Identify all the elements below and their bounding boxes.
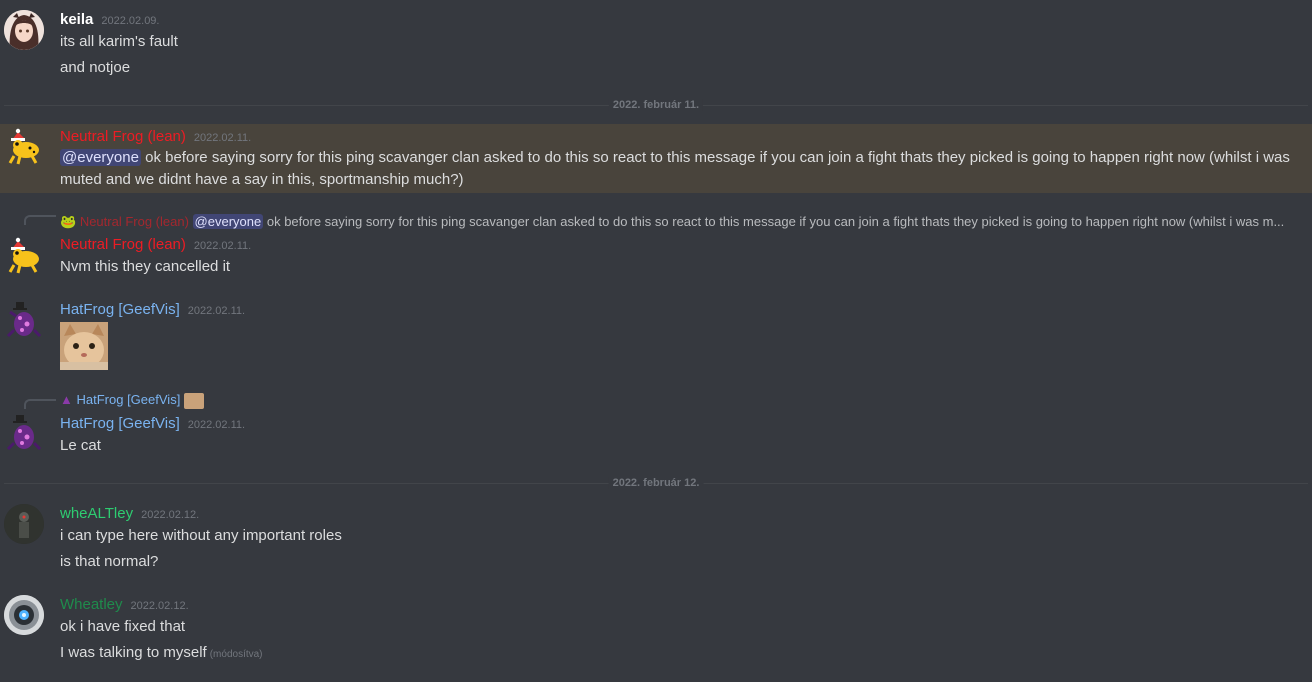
cat-emoji[interactable] <box>60 322 108 370</box>
message-text: its all karim's fault <box>60 33 178 50</box>
message-body: I was talking to myself <box>60 644 207 661</box>
user-avatar-wheatley[interactable] <box>4 595 44 635</box>
message-text: Nvm this they cancelled it <box>60 258 231 275</box>
message-text: @everyone ok before saying sorry for thi… <box>60 147 1295 191</box>
message-text: ok i have fixed that <box>60 618 186 635</box>
cat-mini-icon <box>183 392 204 409</box>
frog-mini-icon: 🐸 <box>60 214 77 229</box>
timestamp: 2022.02.11. <box>193 240 252 252</box>
mention-everyone[interactable]: @everyone <box>60 149 141 166</box>
reply-username[interactable]: HatFrog [GeefVis] <box>77 392 181 407</box>
timestamp: 2022.02.11. <box>187 419 246 431</box>
date-divider: 2022. február 11. <box>4 99 1308 111</box>
reply-text: ok before saying sorry for this ping sca… <box>266 214 1285 229</box>
reply-preview[interactable]: ▲ HatFrog [GeefVis] <box>60 391 204 409</box>
timestamp: 2022.02.11. <box>187 305 246 317</box>
username[interactable]: Neutral Frog (lean) <box>60 236 186 253</box>
username[interactable]: HatFrog [GeefVis] <box>60 415 180 432</box>
date-divider: 2022. február 12. <box>4 477 1308 489</box>
user-avatar-hatfrog[interactable] <box>4 413 44 453</box>
message-text: i can type here without any important ro… <box>60 527 342 544</box>
user-avatar-neutral-frog[interactable] <box>4 235 44 275</box>
user-avatar-wheALTley[interactable] <box>4 504 44 544</box>
timestamp: 2022.02.11. <box>193 132 252 144</box>
username[interactable]: wheALTley <box>60 505 133 522</box>
username[interactable]: keila <box>60 11 93 28</box>
username[interactable]: HatFrog [GeefVis] <box>60 301 180 318</box>
username[interactable]: Neutral Frog (lean) <box>60 128 186 145</box>
user-avatar-hatfrog[interactable] <box>4 300 44 340</box>
message-text: and notjoe <box>60 59 131 76</box>
timestamp: 2022.02.12. <box>130 600 189 612</box>
message-neutral-frog-mention: Neutral Frog (lean) 2022.02.11. @everyone… <box>0 124 1312 193</box>
message-text: Le cat <box>60 437 101 454</box>
mention-everyone[interactable]: @everyone <box>192 214 264 229</box>
message-text: is that normal? <box>60 553 159 570</box>
message-text: I was talking to myself (módosítva) <box>60 642 263 666</box>
reply-spine <box>24 399 56 409</box>
frog-mini-icon: ▲ <box>60 392 73 407</box>
message-body: ok before saying sorry for this ping sca… <box>60 149 1290 188</box>
reply-username[interactable]: Neutral Frog (lean) <box>80 214 189 229</box>
date-divider-label: 2022. február 12. <box>608 477 704 489</box>
reply-preview[interactable]: 🐸 Neutral Frog (lean) @everyone ok befor… <box>60 213 1284 231</box>
timestamp: 2022.02.09. <box>101 15 160 27</box>
reply-spine <box>24 215 56 225</box>
edited-label: (módosítva) <box>209 649 263 660</box>
timestamp: 2022.02.12. <box>141 509 200 521</box>
date-divider-label: 2022. február 11. <box>608 99 704 111</box>
user-avatar-keila[interactable] <box>4 10 44 50</box>
username[interactable]: Wheatley <box>60 596 123 613</box>
user-avatar-neutral-frog[interactable] <box>4 126 44 166</box>
